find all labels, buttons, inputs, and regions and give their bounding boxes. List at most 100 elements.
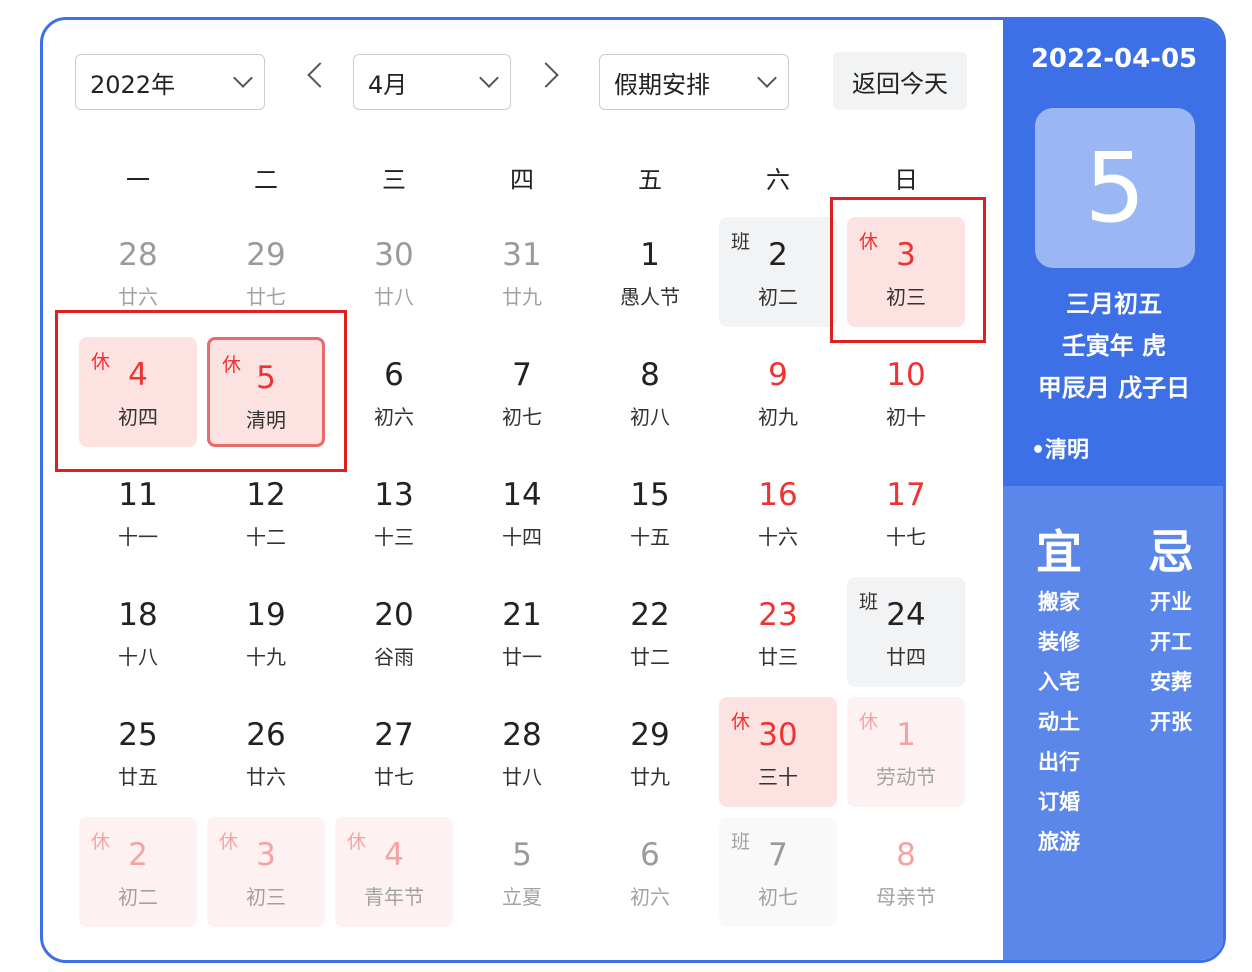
day-number: 29 bbox=[246, 237, 286, 273]
lunar-label: 十六 bbox=[758, 525, 798, 549]
ji-list: 忌开业 开工 安葬 开张 bbox=[1141, 516, 1201, 746]
day-cell[interactable]: 13 十三 bbox=[335, 457, 453, 567]
day-cell[interactable]: 6 初六 bbox=[335, 337, 453, 447]
lunar-label: 初七 bbox=[758, 885, 798, 909]
day-cell[interactable]: 8 母亲节 bbox=[847, 817, 965, 927]
day-number: 22 bbox=[630, 597, 670, 633]
day-number: 27 bbox=[374, 717, 414, 753]
day-number: 8 bbox=[640, 357, 660, 393]
day-cell[interactable]: 班 24 廿四 bbox=[847, 577, 965, 687]
day-number: 9 bbox=[768, 357, 788, 393]
lunar-date: 三月初五 bbox=[1066, 290, 1162, 318]
festival: •清明 bbox=[1031, 438, 1090, 463]
lunar-label: 初三 bbox=[246, 885, 286, 909]
month-select[interactable]: 4月 bbox=[353, 54, 511, 110]
lunar-label: 廿九 bbox=[502, 285, 542, 309]
highlight-box bbox=[830, 197, 986, 343]
chevron-down-icon bbox=[233, 68, 253, 88]
day-cell[interactable]: 班 2 初二 bbox=[719, 217, 837, 327]
day-cell[interactable]: 31 廿九 bbox=[463, 217, 581, 327]
day-cell[interactable]: 6 初六 bbox=[591, 817, 709, 927]
day-cell[interactable]: 29 廿九 bbox=[591, 697, 709, 807]
yi-item: 动土 bbox=[1038, 710, 1080, 734]
yi-item: 订婚 bbox=[1038, 790, 1080, 814]
highlight-box bbox=[55, 310, 347, 472]
lunar-label: 三十 bbox=[758, 765, 798, 789]
day-cell[interactable]: 14 十四 bbox=[463, 457, 581, 567]
day-number: 18 bbox=[118, 597, 158, 633]
day-cell[interactable]: 25 廿五 bbox=[79, 697, 197, 807]
day-cell[interactable]: 21 廿一 bbox=[463, 577, 581, 687]
day-cell[interactable]: 20 谷雨 bbox=[335, 577, 453, 687]
day-number: 11 bbox=[118, 477, 158, 513]
weekday-header: 五 bbox=[638, 166, 662, 194]
lunar-label: 母亲节 bbox=[876, 885, 936, 909]
lunar-label: 廿八 bbox=[502, 765, 542, 789]
day-number: 10 bbox=[886, 357, 926, 393]
calendar-widget: 2022年 4月 假期安排 返回今天 一二三四五六日 28 廿六 29 廿七 30 廿八 3… bbox=[40, 17, 1226, 963]
weekday-header: 一 bbox=[126, 166, 150, 194]
day-cell[interactable]: 16 十六 bbox=[719, 457, 837, 567]
yi-item: 旅游 bbox=[1038, 830, 1080, 854]
day-cell[interactable]: 休 1 劳动节 bbox=[847, 697, 965, 807]
day-cell[interactable]: 休 3 初三 bbox=[207, 817, 325, 927]
holiday-select[interactable]: 假期安排 bbox=[599, 54, 789, 110]
next-month-icon[interactable] bbox=[533, 62, 559, 88]
yi-list: 宜搬家 装修 入宅 动土 出行 订婚 旅游 bbox=[1029, 516, 1089, 866]
day-cell[interactable]: 休 4 青年节 bbox=[335, 817, 453, 927]
lunar-label: 廿六 bbox=[246, 765, 286, 789]
day-number: 30 bbox=[374, 237, 414, 273]
day-cell[interactable]: 30 廿八 bbox=[335, 217, 453, 327]
day-cell[interactable]: 5 立夏 bbox=[463, 817, 581, 927]
lunar-label: 初六 bbox=[630, 885, 670, 909]
lunar-label: 立夏 bbox=[502, 885, 542, 909]
day-number: 6 bbox=[384, 357, 404, 393]
day-number: 28 bbox=[118, 237, 158, 273]
lunar-label: 劳动节 bbox=[876, 765, 936, 789]
day-cell[interactable]: 15 十五 bbox=[591, 457, 709, 567]
day-number: 2 bbox=[128, 837, 148, 873]
lunar-label: 初七 bbox=[502, 405, 542, 429]
lunar-label: 十七 bbox=[886, 525, 926, 549]
day-cell[interactable]: 12 十二 bbox=[207, 457, 325, 567]
day-cell[interactable]: 19 十九 bbox=[207, 577, 325, 687]
day-number: 21 bbox=[502, 597, 542, 633]
back-to-today-button[interactable]: 返回今天 bbox=[833, 52, 967, 110]
day-number: 4 bbox=[384, 837, 404, 873]
day-cell[interactable]: 7 初七 bbox=[463, 337, 581, 447]
day-cell[interactable]: 26 廿六 bbox=[207, 697, 325, 807]
day-number: 5 bbox=[512, 837, 532, 873]
yi-item: 入宅 bbox=[1038, 670, 1080, 694]
day-number: 1 bbox=[896, 717, 916, 753]
day-number: 20 bbox=[374, 597, 414, 633]
day-cell[interactable]: 27 廿七 bbox=[335, 697, 453, 807]
weekday-header: 日 bbox=[894, 166, 918, 194]
lunar-label: 廿二 bbox=[630, 645, 670, 669]
day-number: 2 bbox=[768, 237, 788, 273]
day-cell[interactable]: 休 2 初二 bbox=[79, 817, 197, 927]
day-cell[interactable]: 11 十一 bbox=[79, 457, 197, 567]
day-cell[interactable]: 28 廿八 bbox=[463, 697, 581, 807]
day-cell[interactable]: 班 7 初七 bbox=[719, 817, 837, 927]
day-cell[interactable]: 17 十七 bbox=[847, 457, 965, 567]
day-cell[interactable]: 18 十八 bbox=[79, 577, 197, 687]
year-value: 2022年 bbox=[90, 70, 176, 99]
lunar-label: 愚人节 bbox=[620, 285, 680, 309]
weekday-header: 三 bbox=[382, 166, 406, 194]
prev-month-icon[interactable] bbox=[307, 62, 333, 88]
day-cell[interactable]: 22 廿二 bbox=[591, 577, 709, 687]
day-number: 25 bbox=[118, 717, 158, 753]
day-cell[interactable]: 休 30 三十 bbox=[719, 697, 837, 807]
ji-item: 开业 bbox=[1150, 590, 1192, 614]
day-cell[interactable]: 1 愚人节 bbox=[591, 217, 709, 327]
day-cell[interactable]: 23 廿三 bbox=[719, 577, 837, 687]
day-number: 24 bbox=[886, 597, 926, 633]
day-cell[interactable]: 8 初八 bbox=[591, 337, 709, 447]
day-cell[interactable]: 9 初九 bbox=[719, 337, 837, 447]
day-cell[interactable]: 10 初十 bbox=[847, 337, 965, 447]
lunar-label: 青年节 bbox=[364, 885, 424, 909]
day-number: 23 bbox=[758, 597, 798, 633]
year-select[interactable]: 2022年 bbox=[75, 54, 265, 110]
day-number: 1 bbox=[640, 237, 660, 273]
lunar-label: 廿七 bbox=[246, 285, 286, 309]
